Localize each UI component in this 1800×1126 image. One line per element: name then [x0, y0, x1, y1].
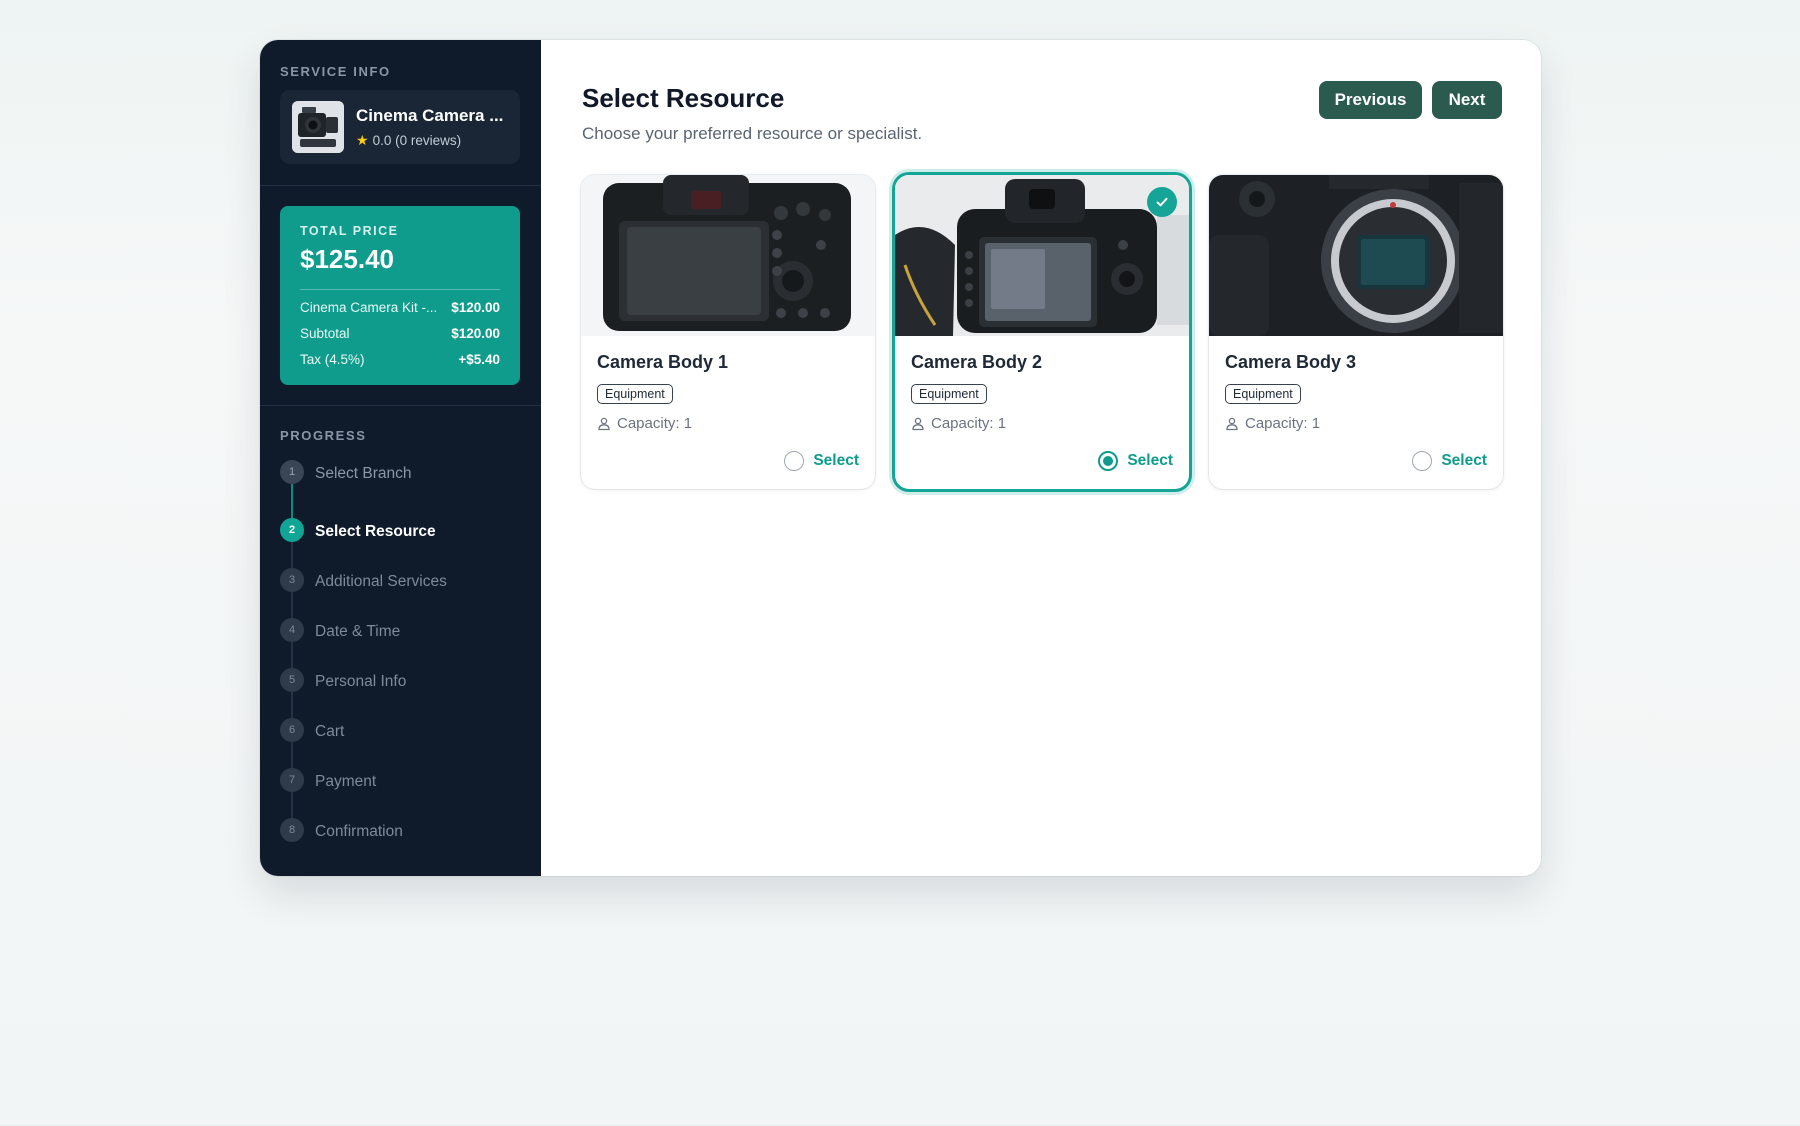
resource-capacity: Capacity: 1 [597, 415, 859, 432]
user-icon [1226, 417, 1238, 430]
service-thumbnail [292, 101, 344, 153]
step-label: Confirmation [315, 823, 403, 840]
service-rating: ★ 0.0 (0 reviews) [356, 132, 508, 149]
total-price-card: TOTAL PRICE $125.40 Cinema Camera Kit -.… [280, 206, 520, 385]
resource-type-badge: Equipment [1225, 384, 1301, 404]
step-cart: 6 Cart [280, 718, 520, 776]
resource-capacity: Capacity: 1 [911, 415, 1173, 432]
step-number: 1 [280, 460, 304, 484]
radio-button[interactable] [1098, 451, 1119, 471]
rating-text: 0.0 (0 reviews) [372, 132, 462, 148]
capacity-text: Capacity: 1 [1245, 415, 1321, 432]
resource-type-badge: Equipment [911, 384, 987, 404]
price-divider [300, 289, 500, 290]
radio-button[interactable] [784, 451, 805, 471]
user-icon [912, 417, 924, 430]
step-payment: 7 Payment [280, 768, 520, 826]
price-row-label: Subtotal [300, 326, 350, 341]
step-number: 4 [280, 618, 304, 642]
step-select-branch[interactable]: 1 Select Branch [280, 460, 520, 526]
next-button[interactable]: Next [1432, 81, 1502, 119]
main-content: Select Resource Choose your preferred re… [541, 40, 1541, 876]
resource-image [895, 175, 1189, 336]
step-label: Payment [315, 773, 377, 790]
price-row-value: $120.00 [451, 300, 500, 315]
progress-label: PROGRESS [280, 428, 367, 443]
step-additional-services: 3 Additional Services [280, 568, 520, 626]
capacity-text: Capacity: 1 [617, 415, 693, 432]
resource-image [581, 175, 875, 336]
select-radio[interactable]: Select [1098, 451, 1173, 471]
select-label: Select [1127, 452, 1173, 469]
capacity-text: Capacity: 1 [931, 415, 1007, 432]
price-row: Subtotal $120.00 [300, 326, 500, 341]
divider [260, 185, 541, 186]
step-label: Personal Info [315, 673, 407, 690]
booking-window: SERVICE INFO Cinema Camera ... ★ 0.0 (0 … [260, 40, 1541, 876]
step-number: 3 [280, 568, 304, 592]
step-label: Select Resource [315, 523, 436, 540]
resource-name: Camera Body 2 [911, 352, 1043, 372]
divider [260, 405, 541, 406]
step-number: 8 [280, 818, 304, 842]
step-label: Additional Services [315, 573, 447, 590]
price-row-value: $120.00 [451, 326, 500, 341]
select-label: Select [1441, 452, 1487, 469]
select-label: Select [813, 452, 859, 469]
total-price-value: $125.40 [300, 244, 394, 274]
previous-button[interactable]: Previous [1319, 81, 1422, 119]
service-info-label: SERVICE INFO [280, 64, 391, 79]
resource-card[interactable]: Camera Body 1 Equipment Capacity: 1 Sele… [581, 175, 875, 489]
selected-check-icon [1147, 187, 1177, 217]
resource-image [1209, 175, 1503, 336]
service-card: Cinema Camera ... ★ 0.0 (0 reviews) [280, 90, 520, 164]
resource-capacity: Capacity: 1 [1225, 415, 1487, 432]
step-confirmation: 8 Confirmation [280, 818, 520, 868]
radio-button[interactable] [1412, 451, 1433, 471]
step-number: 2 [280, 518, 304, 542]
resource-type-badge: Equipment [597, 384, 673, 404]
page-title: Select Resource [582, 83, 785, 113]
step-personal-info: 5 Personal Info [280, 668, 520, 726]
resource-card-selected[interactable]: Camera Body 2 Equipment Capacity: 1 Sele… [895, 175, 1189, 489]
service-name: Cinema Camera ... [356, 105, 504, 125]
page-subtitle: Choose your preferred resource or specia… [582, 124, 923, 143]
step-number: 5 [280, 668, 304, 692]
step-select-resource[interactable]: 2 Select Resource [280, 518, 520, 576]
step-number: 6 [280, 718, 304, 742]
resource-name: Camera Body 3 [1225, 352, 1357, 372]
step-date-time: 4 Date & Time [280, 618, 520, 676]
price-row-value: +$5.40 [458, 352, 500, 367]
star-icon: ★ [356, 131, 369, 148]
step-label: Cart [315, 723, 345, 740]
resource-list: Camera Body 1 Equipment Capacity: 1 Sele… [581, 175, 1503, 491]
price-row-label: Tax (4.5%) [300, 352, 365, 367]
total-price-label: TOTAL PRICE [300, 224, 399, 238]
progress-steps: 1 Select Branch 2 Select Resource 3 Addi… [280, 460, 520, 868]
select-radio[interactable]: Select [1412, 451, 1487, 471]
price-row: Tax (4.5%) +$5.40 [300, 352, 500, 367]
price-row-label: Cinema Camera Kit -... [300, 300, 438, 315]
user-icon [598, 417, 610, 430]
step-label: Select Branch [315, 465, 412, 482]
resource-card[interactable]: Camera Body 3 Equipment Capacity: 1 Sele… [1209, 175, 1503, 489]
price-row: Cinema Camera Kit -... $120.00 [300, 300, 500, 315]
step-number: 7 [280, 768, 304, 792]
sidebar: SERVICE INFO Cinema Camera ... ★ 0.0 (0 … [260, 40, 541, 876]
select-radio[interactable]: Select [784, 451, 859, 471]
step-label: Date & Time [315, 623, 401, 640]
resource-name: Camera Body 1 [597, 352, 729, 372]
